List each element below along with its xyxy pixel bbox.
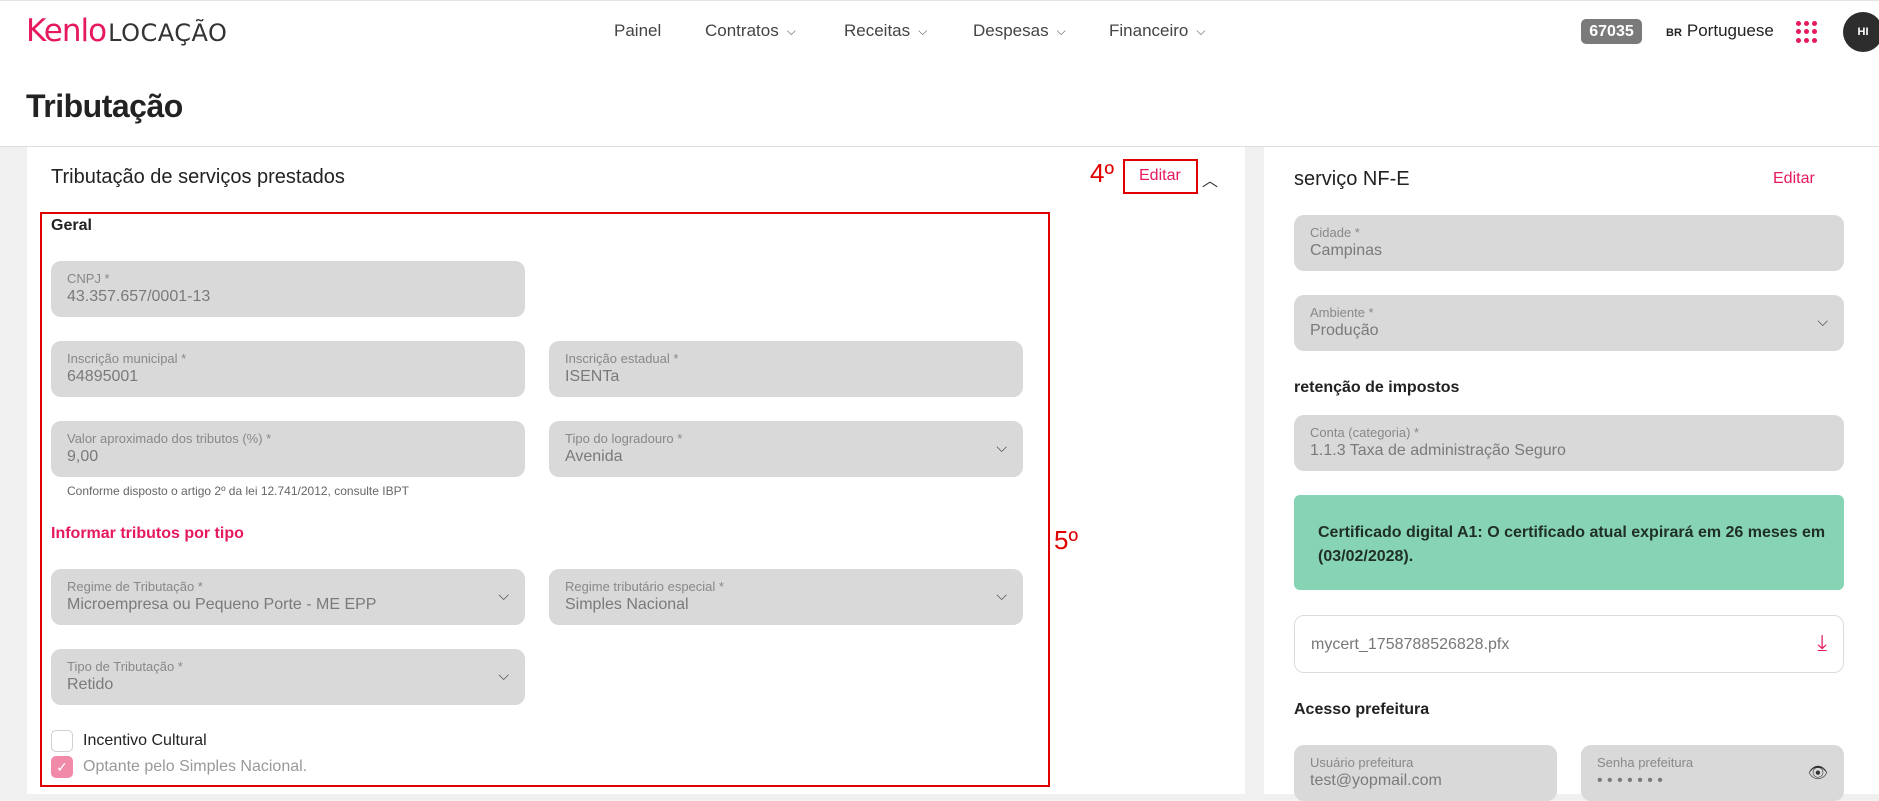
chevron-down-icon: ⌵: [918, 23, 928, 38]
field-value: 43.357.657/0001-13: [67, 288, 211, 305]
apps-grid-icon[interactable]: [1796, 21, 1818, 43]
annotation-step5: 5º: [1054, 525, 1078, 555]
tipo-tributacao-select[interactable]: Tipo de Tributação * Retido ⌵: [51, 649, 525, 705]
nav-contratos[interactable]: Contratos ⌵: [705, 21, 796, 41]
field-value: Retido: [67, 676, 114, 693]
inscricao-estadual-field[interactable]: Inscrição estadual * ISENTa: [549, 341, 1023, 397]
ibpt-hint: Conforme disposto o artigo 2º da lei 12.…: [67, 484, 409, 498]
field-label: Usuário prefeitura: [1310, 755, 1414, 770]
field-label: Inscrição estadual *: [565, 351, 679, 366]
field-label: Tipo do logradouro *: [565, 431, 683, 446]
avatar[interactable]: HI: [1843, 12, 1879, 52]
field-value: 1.1.3 Taxa de administração Seguro: [1310, 442, 1566, 459]
conta-categoria-field[interactable]: Conta (categoria) * 1.1.3 Taxa de admini…: [1294, 415, 1844, 471]
check-icon: ✓: [56, 758, 68, 775]
edit-button[interactable]: Editar: [1773, 170, 1815, 188]
senha-prefeitura-field[interactable]: Senha prefeitura • • • • • • • 👁: [1581, 745, 1844, 801]
certificate-message: Certificado digital A1: O certificado at…: [1318, 524, 1826, 565]
language-selector[interactable]: BR Portuguese: [1666, 21, 1774, 41]
edit-button[interactable]: Editar: [1139, 167, 1181, 185]
valor-tributos-field[interactable]: Valor aproximado dos tributos (%) * 9,00: [51, 421, 525, 477]
top-navigation-bar: Kenlo LOCAÇÃO Painel Contratos ⌵ Receitas…: [0, 0, 1879, 62]
retencao-label: retenção de impostos: [1294, 379, 1460, 396]
field-value: • • • • • • •: [1597, 772, 1663, 789]
chevron-down-icon: ⌵: [1817, 313, 1828, 329]
section-title: Tributação de serviços prestados: [51, 166, 345, 188]
field-label: CNPJ *: [67, 271, 110, 286]
nav-label: Despesas: [973, 21, 1049, 40]
chevron-down-icon: ⌵: [996, 439, 1007, 455]
chevron-down-icon: ⌵: [498, 587, 509, 603]
ambiente-select[interactable]: Ambiente * Produção ⌵: [1294, 295, 1844, 351]
field-label: Regime tributário especial *: [565, 579, 724, 594]
kenlo-logo[interactable]: Kenlo LOCAÇÃO: [26, 13, 227, 49]
cnpj-field[interactable]: CNPJ * 43.357.657/0001-13: [51, 261, 525, 317]
field-value: test@yopmail.com: [1310, 772, 1442, 789]
optante-simples-checkbox[interactable]: ✓: [51, 756, 73, 778]
logo-brand: Kenlo: [26, 13, 107, 49]
flag-icon: BR: [1666, 27, 1682, 39]
chevron-down-icon: ⌵: [996, 587, 1007, 603]
tipo-logradouro-select[interactable]: Tipo do logradouro * Avenida ⌵: [549, 421, 1023, 477]
chevron-down-icon: ⌵: [498, 667, 509, 683]
account-number-badge: 67035: [1581, 19, 1642, 44]
incentivo-cultural-checkbox[interactable]: [51, 730, 73, 752]
field-value: Avenida: [565, 448, 623, 465]
nav-painel[interactable]: Painel: [614, 21, 661, 41]
chevron-down-icon: ⌵: [1196, 23, 1206, 38]
certificate-status-banner: Certificado digital A1: O certificado at…: [1294, 495, 1844, 590]
nav-label: Painel: [614, 21, 662, 40]
field-value: Campinas: [1310, 242, 1383, 259]
annotation-step4: 4º: [1090, 158, 1114, 188]
eye-icon[interactable]: 👁: [1808, 763, 1828, 783]
nav-receitas[interactable]: Receitas ⌵: [844, 21, 927, 41]
field-value: Produção: [1310, 322, 1379, 339]
field-value: Simples Nacional: [565, 596, 689, 613]
inscricao-municipal-field[interactable]: Inscrição municipal * 64895001: [51, 341, 525, 397]
field-label: Ambiente *: [1310, 305, 1374, 320]
title-bar: [0, 62, 1879, 147]
field-label: Cidade *: [1310, 225, 1360, 240]
nav-label: Financeiro: [1109, 21, 1189, 40]
field-value: 64895001: [67, 368, 139, 385]
nav-label: Receitas: [844, 21, 911, 40]
nav-despesas[interactable]: Despesas ⌵: [973, 21, 1066, 41]
page-title: Tributação: [26, 88, 183, 124]
download-icon[interactable]: ⤓: [1817, 630, 1827, 656]
logo-sub: LOCAÇÃO: [108, 19, 228, 47]
geral-label: Geral: [51, 217, 92, 234]
incentivo-cultural-label: Incentivo Cultural: [83, 732, 207, 749]
chevron-up-icon[interactable]: ︿: [1202, 167, 1218, 191]
field-label: Valor aproximado dos tributos (%) *: [67, 431, 272, 446]
field-label: Inscrição municipal *: [67, 351, 187, 366]
regime-tributacao-select[interactable]: Regime de Tributação * Microempresa ou P…: [51, 569, 525, 625]
field-label: Regime de Tributação *: [67, 579, 203, 594]
field-label: Senha prefeitura: [1597, 755, 1694, 770]
regime-especial-select[interactable]: Regime tributário especial * Simples Nac…: [549, 569, 1023, 625]
usuario-prefeitura-field[interactable]: Usuário prefeitura test@yopmail.com: [1294, 745, 1557, 801]
nav-financeiro[interactable]: Financeiro ⌵: [1109, 21, 1205, 41]
optante-simples-label: Optante pelo Simples Nacional.: [83, 758, 308, 775]
informar-tributos-link[interactable]: Informar tributos por tipo: [51, 525, 244, 543]
certificate-file[interactable]: mycert_1758788526828.pfx ⤓: [1294, 615, 1844, 673]
chevron-down-icon: ⌵: [1056, 23, 1066, 38]
field-label: Tipo de Tributação *: [67, 659, 183, 674]
section-title: serviço NF-E: [1294, 168, 1410, 190]
field-value: Microempresa ou Pequeno Porte - ME EPP: [67, 596, 377, 613]
language-label: Portuguese: [1686, 21, 1774, 40]
chevron-down-icon: ⌵: [786, 23, 796, 38]
certificate-filename: mycert_1758788526828.pfx: [1311, 636, 1510, 653]
cidade-field[interactable]: Cidade * Campinas: [1294, 215, 1844, 271]
nav-label: Contratos: [705, 21, 779, 40]
field-value: 9,00: [67, 448, 99, 465]
acesso-prefeitura-label: Acesso prefeitura: [1294, 701, 1430, 718]
field-value: ISENTa: [565, 368, 620, 385]
field-label: Conta (categoria) *: [1310, 425, 1420, 440]
